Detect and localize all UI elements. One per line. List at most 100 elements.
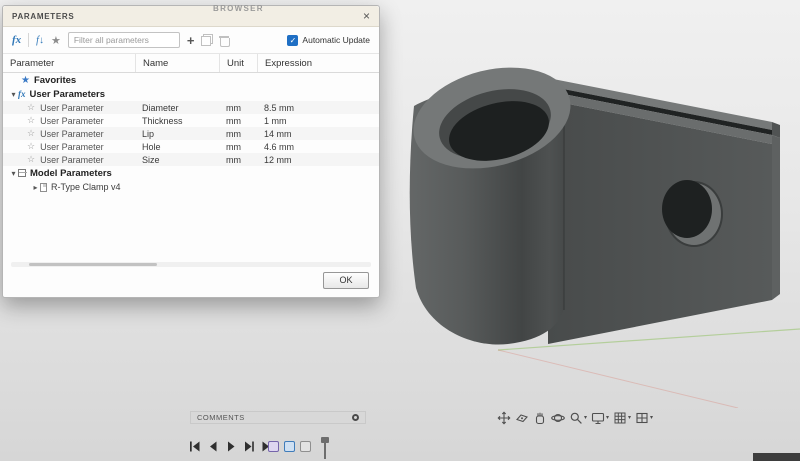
look-at-icon[interactable] <box>515 411 529 425</box>
viewports-icon[interactable]: ▾ <box>635 411 653 425</box>
parameter-expression[interactable]: 4.6 mm <box>257 142 379 152</box>
parameter-expression[interactable]: 8.5 mm <box>257 103 379 113</box>
zoom-icon[interactable]: ▾ <box>569 411 587 425</box>
add-parameter-icon[interactable]: + <box>187 34 195 47</box>
parameter-expression[interactable]: 14 mm <box>257 129 379 139</box>
parameter-name[interactable]: Size <box>135 155 219 165</box>
model-group-icon <box>18 169 26 177</box>
delete-parameter-icon[interactable] <box>220 35 229 46</box>
column-parameter[interactable]: Parameter <box>3 54 135 72</box>
orbit-icon[interactable] <box>551 411 565 425</box>
scrollbar-thumb[interactable] <box>29 263 157 266</box>
favorite-toggle-icon[interactable]: ☆ <box>27 102 35 113</box>
chevron-down-icon[interactable]: ▾ <box>9 169 18 178</box>
dropdown-caret-icon[interactable]: ▾ <box>628 415 631 421</box>
sketch-feature-icon[interactable] <box>268 441 279 452</box>
model-child-row[interactable]: ▸ R-Type Clamp v4 <box>3 180 379 194</box>
dropdown-caret-icon[interactable]: ▾ <box>584 415 587 421</box>
pan-hand-icon[interactable] <box>533 411 547 425</box>
axis-red <box>498 350 738 408</box>
navigation-toolbar: ▾ ▾ ▾ ▾ <box>497 410 653 426</box>
comment-bubble-icon[interactable] <box>352 414 359 421</box>
parameter-unit: mm <box>219 103 257 113</box>
parameter-row[interactable]: ☆ User Parameter Thickness mm 1 mm <box>3 114 379 127</box>
r-type-clamp-model[interactable] <box>398 28 800 408</box>
display-settings-icon[interactable]: ▾ <box>591 411 609 425</box>
timeline-playback-controls <box>189 441 273 452</box>
favorite-toggle-icon[interactable]: ☆ <box>27 154 35 165</box>
favorite-star-icon[interactable]: ★ <box>21 75 30 86</box>
parameter-name[interactable]: Hole <box>135 142 219 152</box>
parameter-row[interactable]: ☆ User Parameter Hole mm 4.6 mm <box>3 140 379 153</box>
parameter-unit: mm <box>219 129 257 139</box>
step-back-icon[interactable] <box>207 441 219 452</box>
parameter-unit: mm <box>219 142 257 152</box>
parameter-name[interactable]: Diameter <box>135 103 219 113</box>
favorites-filter-icon[interactable]: ★ <box>51 34 61 47</box>
user-parameters-label: User Parameters <box>30 89 106 100</box>
dropdown-caret-icon[interactable]: ▾ <box>650 415 653 421</box>
comments-label: COMMENTS <box>197 413 245 422</box>
document-icon <box>40 183 47 192</box>
model-parameters-label: Model Parameters <box>30 168 112 179</box>
checkbox-checked-icon[interactable]: ✓ <box>287 35 298 46</box>
feature-icon[interactable] <box>300 441 311 452</box>
favorite-toggle-icon[interactable]: ☆ <box>27 115 35 126</box>
parameter-row[interactable]: ☆ User Parameter Diameter mm 8.5 mm <box>3 101 379 114</box>
timeline-features <box>268 441 311 452</box>
parameter-unit: mm <box>219 116 257 126</box>
automatic-update-toggle[interactable]: ✓ Automatic Update <box>287 35 370 46</box>
table-header: Parameter Name Unit Expression <box>3 54 379 73</box>
horizontal-scrollbar[interactable] <box>11 262 371 267</box>
parameter-row[interactable]: ☆ User Parameter Lip mm 14 mm <box>3 127 379 140</box>
filter-input[interactable] <box>68 32 180 48</box>
model-parameters-group-row[interactable]: ▾ Model Parameters <box>3 166 379 180</box>
grid-settings-icon[interactable]: ▾ <box>613 411 631 425</box>
column-expression[interactable]: Expression <box>257 54 379 72</box>
toolbar-separator <box>28 33 29 47</box>
parameter-expression[interactable]: 1 mm <box>257 116 379 126</box>
parameter-type-label: User Parameter <box>40 142 104 152</box>
parameter-name[interactable]: Lip <box>135 129 219 139</box>
favorites-row[interactable]: ★ Favorites <box>3 73 379 87</box>
user-parameters-group-row[interactable]: ▾ fx User Parameters <box>3 87 379 101</box>
favorite-toggle-icon[interactable]: ☆ <box>27 141 35 152</box>
close-icon[interactable]: × <box>363 10 370 22</box>
user-parameter-rows: ☆ User Parameter Diameter mm 8.5 mm ☆ Us… <box>3 101 379 166</box>
step-forward-icon[interactable] <box>243 441 255 452</box>
column-unit[interactable]: Unit <box>219 54 257 72</box>
parameters-table: ★ Favorites ▾ fx User Parameters ☆ User … <box>3 73 379 262</box>
parameter-type-label: User Parameter <box>40 155 104 165</box>
chevron-right-icon[interactable]: ▸ <box>31 183 40 192</box>
dialog-title: PARAMETERS <box>12 12 74 21</box>
extrude-feature-icon[interactable] <box>284 441 295 452</box>
sort-parameters-icon[interactable]: f↓ <box>36 35 44 46</box>
ok-button[interactable]: OK <box>323 272 369 289</box>
comments-bar[interactable]: COMMENTS <box>190 411 366 424</box>
column-name[interactable]: Name <box>135 54 219 72</box>
dialog-toolbar: fx f↓ ★ + ✓ Automatic Update <box>3 27 379 54</box>
fusion-canvas[interactable]: BROWSER PARAMETERS × fx f↓ ★ + ✓ Automat… <box>0 0 800 461</box>
go-to-start-icon[interactable] <box>189 441 201 452</box>
parameter-expression[interactable]: 12 mm <box>257 155 379 165</box>
dropdown-caret-icon[interactable]: ▾ <box>606 415 609 421</box>
taskbar-fragment <box>753 453 800 461</box>
copy-parameter-icon[interactable] <box>201 34 213 46</box>
parameter-type-label: User Parameter <box>40 103 104 113</box>
automatic-update-label: Automatic Update <box>302 35 370 45</box>
favorites-label: Favorites <box>34 75 76 86</box>
timeline-marker[interactable] <box>321 437 329 459</box>
dialog-footer: OK <box>3 269 379 297</box>
parameter-row[interactable]: ☆ User Parameter Size mm 12 mm <box>3 153 379 166</box>
fx-icon[interactable]: fx <box>12 34 21 46</box>
chevron-down-icon[interactable]: ▾ <box>9 90 18 99</box>
favorite-toggle-icon[interactable]: ☆ <box>27 128 35 139</box>
browser-panel-header[interactable]: BROWSER <box>213 4 264 13</box>
parameter-type-label: User Parameter <box>40 116 104 126</box>
parameter-name[interactable]: Thickness <box>135 116 219 126</box>
play-icon[interactable] <box>225 441 237 452</box>
pan-icon[interactable] <box>497 411 511 425</box>
parameter-unit: mm <box>219 155 257 165</box>
fx-group-icon: fx <box>18 89 26 99</box>
dialog-titlebar[interactable]: PARAMETERS × <box>3 6 379 27</box>
